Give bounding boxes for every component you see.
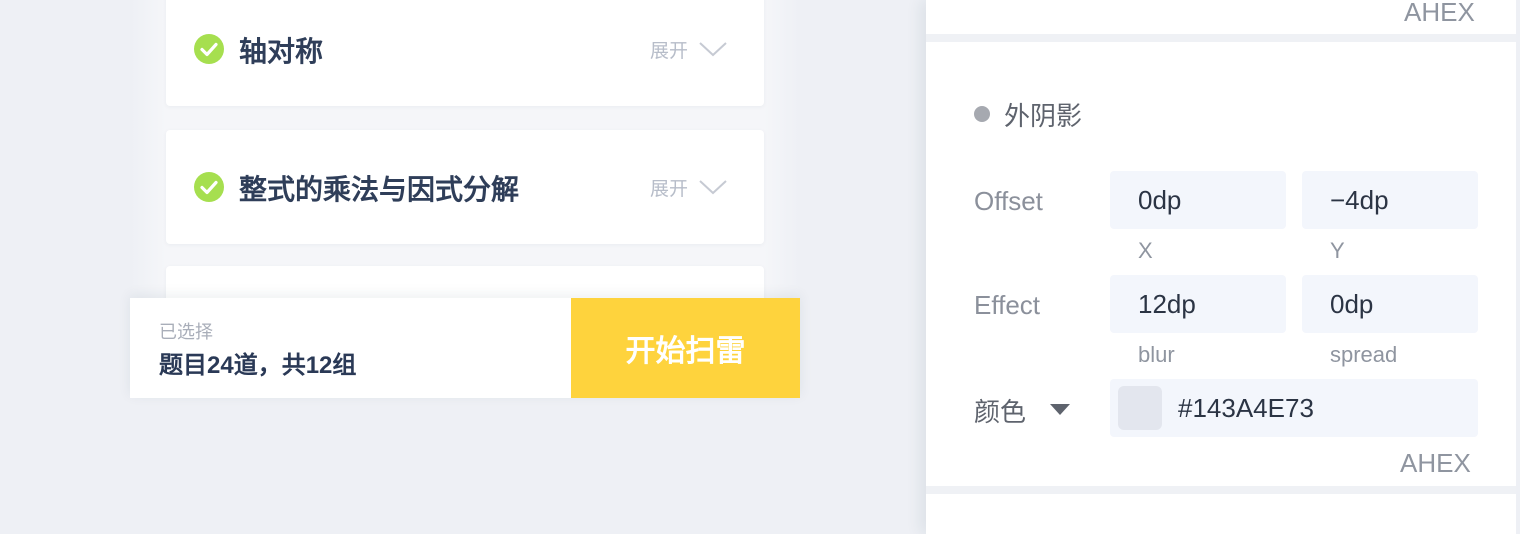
dropdown-triangle-icon[interactable] [1050, 404, 1070, 416]
selection-footer: 已选择 题目24道，共12组 开始扫雷 [130, 298, 800, 398]
expand-label[interactable]: 展开 [650, 174, 688, 201]
color-value[interactable]: #143A4E73 [1178, 393, 1314, 424]
section-title: 外阴影 [1004, 101, 1083, 131]
card-title: 轴对称 [239, 36, 324, 67]
color-label: 颜色 [974, 397, 1027, 427]
color-format-label: AHEX [1400, 448, 1471, 478]
blur-input[interactable]: 12dp [1110, 275, 1286, 333]
color-mode-select[interactable]: 颜色 [974, 392, 1070, 429]
card-title: 整式的乘法与因式分解 [239, 174, 520, 205]
color-format-label: AHEX [1404, 0, 1475, 27]
color-swatch[interactable] [1118, 386, 1162, 430]
panel-edge [1516, 0, 1520, 534]
offset-x-label: X [1138, 238, 1153, 263]
selected-summary: 题目24道，共12组 [159, 352, 357, 379]
chevron-down-icon[interactable] [698, 40, 728, 58]
selected-label: 已选择 [159, 322, 213, 342]
check-circle-icon[interactable] [194, 34, 224, 64]
spread-input[interactable]: 0dp [1302, 275, 1478, 333]
expand-label[interactable]: 展开 [650, 36, 688, 63]
start-button[interactable]: 开始扫雷 [571, 298, 800, 398]
section-divider [926, 486, 1516, 494]
offset-y-input[interactable]: −4dp [1302, 171, 1478, 229]
knowledge-point-card[interactable]: 轴对称 展开 [166, 0, 764, 106]
offset-y-label: Y [1330, 238, 1345, 263]
section-dot-icon [974, 106, 990, 122]
blur-label: blur [1138, 342, 1175, 367]
offset-label: Offset [974, 186, 1043, 216]
effect-label: Effect [974, 290, 1041, 320]
shadow-properties-panel: AHEX 外阴影 Offset 0dp −4dp X Y Effect 12dp… [926, 0, 1516, 534]
check-circle-icon[interactable] [194, 172, 224, 202]
spread-label: spread [1330, 342, 1398, 367]
section-divider [926, 34, 1516, 42]
knowledge-point-card[interactable]: 整式的乘法与因式分解 展开 [166, 130, 764, 244]
color-input[interactable]: #143A4E73 [1110, 379, 1478, 437]
offset-x-input[interactable]: 0dp [1110, 171, 1286, 229]
chevron-down-icon[interactable] [698, 178, 728, 196]
